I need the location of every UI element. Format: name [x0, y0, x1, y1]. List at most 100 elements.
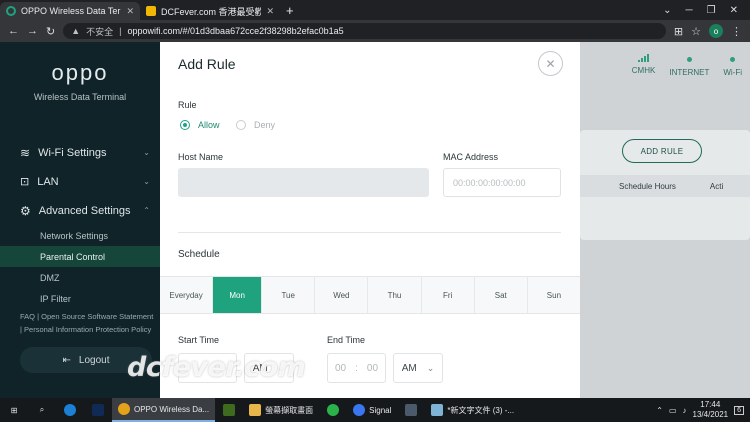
router-app: oppo Wireless Data Terminal ≋ Wi-Fi Sett… — [0, 42, 750, 398]
address-bar: ← → ↻ ▲ 不安全 | oppowifi.com/#/01d3dbaa672… — [0, 20, 750, 42]
back-icon[interactable]: ← — [8, 25, 19, 37]
clock[interactable]: 17:44 13/4/2021 — [693, 400, 729, 420]
signal-icon — [353, 404, 366, 416]
oss-link[interactable]: Open Source Software Statement — [41, 312, 153, 321]
day-fri[interactable]: Fri — [422, 277, 475, 313]
chevron-down-icon: ⌄ — [143, 177, 150, 186]
sidebar-subitem-parental-control[interactable]: Parental Control — [0, 246, 160, 267]
wifi-label: Wi-Fi — [723, 68, 742, 77]
new-tab-icon[interactable]: + — [286, 2, 294, 20]
omnibox[interactable]: ▲ 不安全 | oppowifi.com/#/01d3dbaa672cce2f3… — [63, 23, 666, 39]
section-divider — [178, 232, 561, 233]
privacy-link[interactable]: Personal Information Protection Policy — [24, 325, 151, 334]
taskbar-app-label: *新文字文件 (3) -... — [447, 405, 515, 415]
sidebar-subitem-network-settings[interactable]: Network Settings — [0, 225, 160, 246]
profile-avatar[interactable]: o — [709, 24, 723, 38]
day-selector: Everyday Mon Tue Wed Thu Fri Sat Sun — [160, 276, 580, 314]
whatsapp-icon[interactable] — [319, 398, 347, 422]
dreamweaver-icon[interactable] — [215, 398, 243, 422]
tab-search-icon[interactable]: ⌄ — [663, 5, 671, 16]
tab-dcfever[interactable]: DCFever.com 香港最受歡迎數碼... ✕ — [140, 2, 280, 20]
calculator-icon[interactable] — [397, 398, 425, 422]
dcfever-favicon-icon — [146, 6, 156, 16]
taskbar-signal[interactable]: Signal — [347, 398, 397, 422]
tab-oppo[interactable]: OPPO Wireless Data Terminal ✕ — [0, 2, 140, 20]
close-icon: ✕ — [545, 56, 556, 71]
rules-table-header: Schedule Hours Acti — [580, 175, 750, 197]
day-thu[interactable]: Thu — [368, 277, 422, 313]
chevron-down-icon: ⌄ — [143, 148, 150, 157]
day-sat[interactable]: Sat — [475, 277, 528, 313]
wifi-icon: ≋ — [20, 145, 31, 160]
end-time-input[interactable]: 00 : 00 — [327, 353, 386, 383]
sidebar-subitem-dmz[interactable]: DMZ — [0, 267, 160, 288]
day-wed[interactable]: Wed — [315, 277, 369, 313]
restore-icon[interactable]: ❐ — [707, 5, 716, 16]
translate-icon[interactable]: ⊞ — [674, 25, 683, 38]
legal-links: FAQ | Open Source Software Statement | P… — [20, 312, 154, 334]
carrier-label: CMHK — [631, 66, 656, 75]
sidebar-item-wifi-settings[interactable]: ≋ Wi-Fi Settings ⌄ — [0, 138, 160, 167]
network-icon[interactable]: ▭ — [669, 406, 677, 415]
sidebar-item-label: Advanced Settings — [38, 204, 131, 217]
start-time-label: Start Time — [178, 335, 220, 345]
minimize-icon[interactable]: ─ — [686, 5, 693, 16]
chrome-icon — [118, 403, 130, 415]
photoshop-icon[interactable] — [84, 398, 112, 422]
insecure-label: 不安全 — [86, 26, 114, 37]
search-icon[interactable]: ⌕ — [28, 398, 56, 422]
tab-close-icon[interactable]: ✕ — [126, 6, 134, 17]
taskbar-chrome-oppo[interactable]: OPPO Wireless Da... — [112, 398, 216, 422]
rule-label: Rule — [178, 100, 197, 110]
edge-icon[interactable] — [56, 398, 84, 422]
oppo-logo: oppo — [51, 60, 109, 85]
lan-icon: ⊡ — [20, 176, 30, 188]
signal-bars-icon — [632, 54, 656, 62]
dialog-title: Add Rule — [178, 56, 236, 72]
notification-badge[interactable]: 6 — [734, 405, 744, 415]
col-action: Acti — [709, 181, 724, 191]
clock-date: 13/4/2021 — [692, 410, 729, 419]
day-sun[interactable]: Sun — [528, 277, 580, 313]
radio-unchecked-icon — [236, 120, 246, 130]
sidebar-item-advanced-settings[interactable]: ⚙ Advanced Settings ⌃ — [0, 196, 160, 225]
window-controls: ⌄ ─ ❐ ✕ — [663, 0, 750, 20]
faq-link[interactable]: FAQ — [20, 312, 35, 321]
taskbar-notepad[interactable]: *新文字文件 (3) -... — [425, 398, 520, 422]
taskbar-app-label: OPPO Wireless Da... — [134, 404, 210, 414]
allow-radio[interactable]: Allow — [180, 120, 220, 130]
taskbar-app-label: 螢幕擷取畫面 — [265, 405, 314, 415]
warning-icon: ▲ — [71, 26, 81, 36]
volume-icon[interactable]: ♪ — [683, 406, 687, 415]
close-window-icon[interactable]: ✕ — [730, 5, 738, 16]
internet-label: INTERNET — [669, 68, 710, 77]
mac-address-input[interactable]: 00:00:00:00:00:00 — [443, 168, 561, 197]
taskbar-snipping[interactable]: 螢幕擷取畫面 — [243, 398, 319, 422]
bookmark-star-icon[interactable]: ☆ — [691, 25, 701, 38]
chevron-down-icon: ⌄ — [426, 362, 435, 373]
sidebar-nav: ≋ Wi-Fi Settings ⌄ ⊡ LAN ⌄ ⚙ Advanced Se… — [0, 138, 160, 309]
end-ampm-select[interactable]: AM ⌄ — [393, 353, 443, 383]
tray-chevron-up-icon[interactable]: ⌃ — [656, 406, 663, 415]
end-time-label: End Time — [327, 335, 366, 345]
tab-title: OPPO Wireless Data Terminal — [21, 6, 121, 16]
browser-tabbar: OPPO Wireless Data Terminal ✕ DCFever.co… — [0, 0, 750, 20]
day-everyday[interactable]: Everyday — [160, 277, 214, 313]
sidebar-subitem-ip-filter[interactable]: IP Filter — [0, 288, 160, 309]
radio-checked-icon — [180, 120, 190, 130]
host-name-input[interactable] — [178, 168, 429, 197]
day-tue[interactable]: Tue — [262, 277, 316, 313]
notepad-icon — [431, 404, 444, 416]
wifi-dot-icon — [730, 57, 736, 62]
deny-radio[interactable]: Deny — [236, 120, 275, 130]
reload-icon[interactable]: ↻ — [46, 25, 55, 38]
add-rule-button[interactable]: ADD RULE — [622, 139, 702, 163]
folder-icon — [249, 404, 262, 416]
menu-kebab-icon[interactable]: ⋮ — [731, 25, 742, 38]
windows-start-icon[interactable]: ⊞ — [0, 398, 28, 422]
forward-icon[interactable]: → — [27, 25, 38, 37]
day-mon[interactable]: Mon — [213, 277, 263, 313]
sidebar-item-lan[interactable]: ⊡ LAN ⌄ — [0, 167, 160, 196]
close-dialog-button[interactable]: ✕ — [538, 51, 563, 76]
tab-close-icon[interactable]: ✕ — [266, 6, 274, 17]
